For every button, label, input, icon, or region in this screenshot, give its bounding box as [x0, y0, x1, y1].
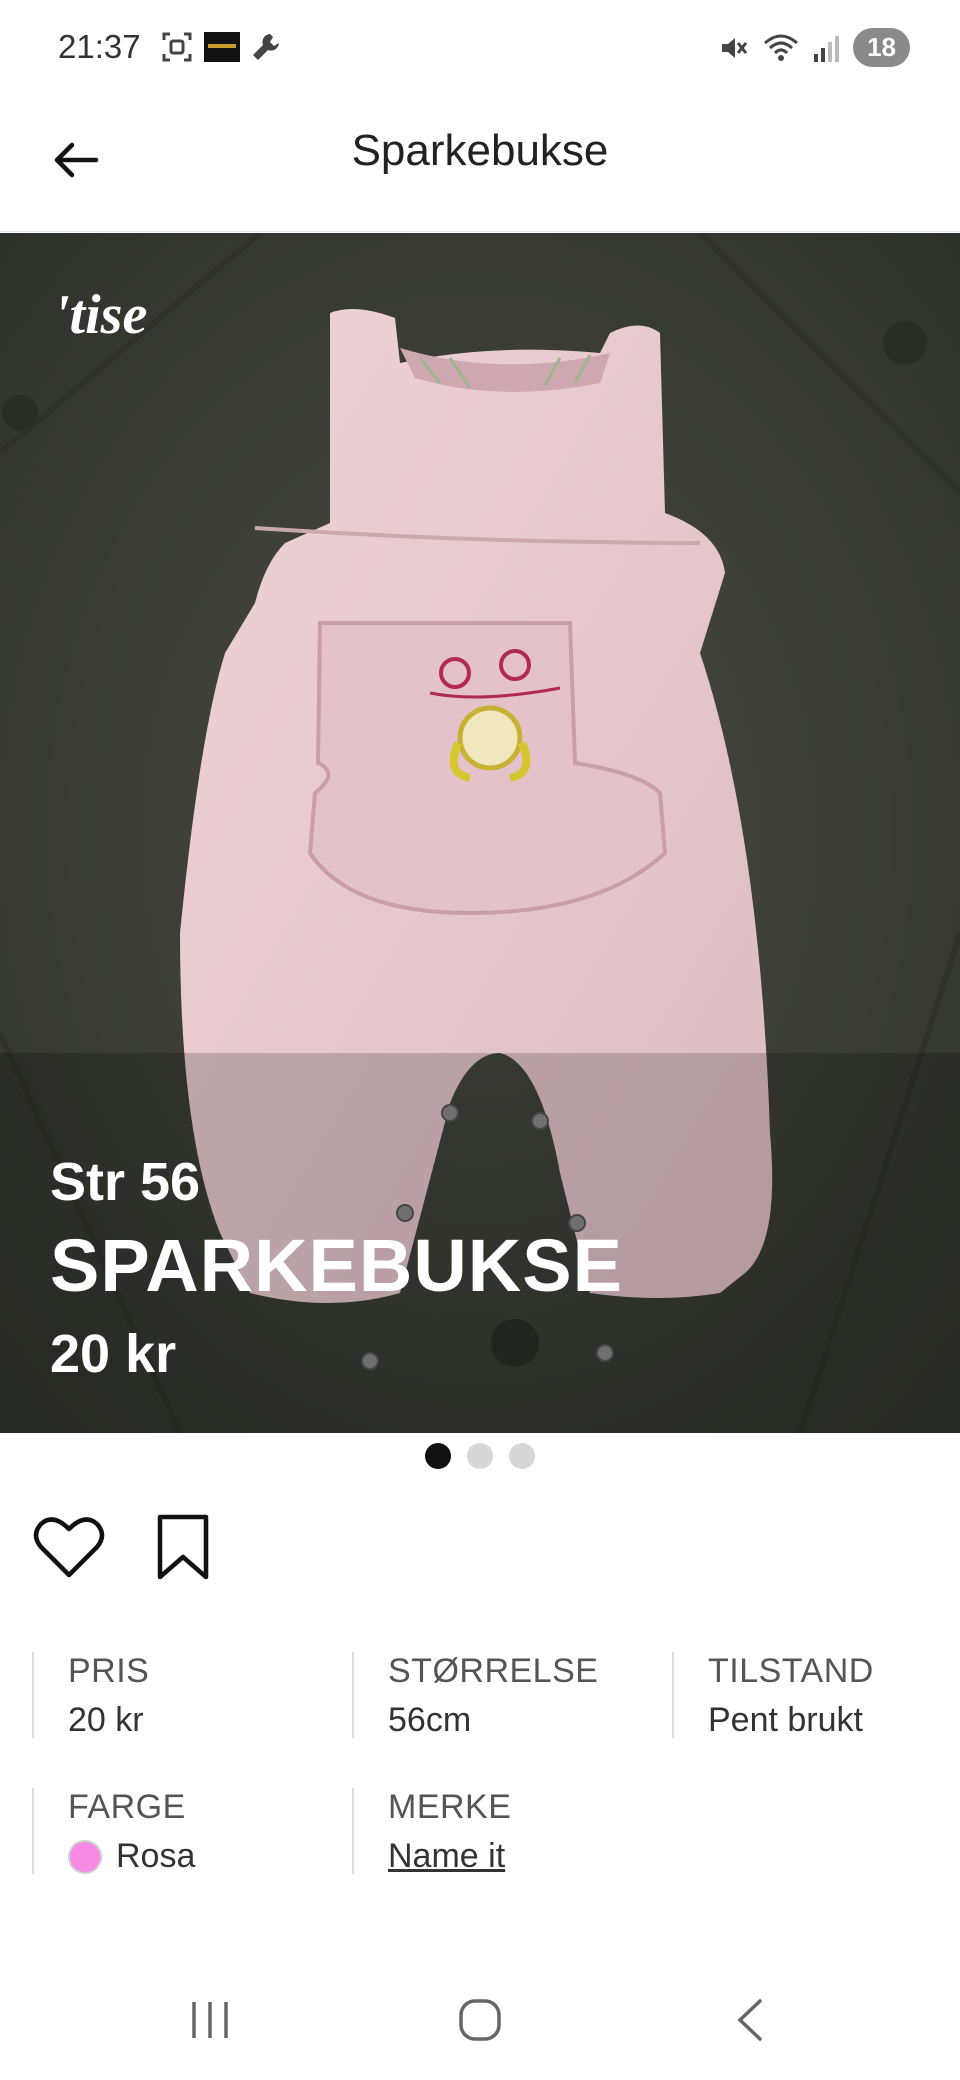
- detail-brand: MERKE Name it: [352, 1788, 512, 1876]
- carousel-dots: [0, 1443, 960, 1469]
- detail-price-value: 20 kr: [68, 1701, 144, 1739]
- detail-price: PRIS 20 kr: [32, 1652, 150, 1739]
- app-header: Sparkebukse: [0, 100, 960, 232]
- recents-button[interactable]: [170, 1990, 250, 2050]
- bookmark-icon: [157, 1514, 209, 1580]
- detail-condition: TILSTAND Pent brukt: [672, 1652, 874, 1739]
- home-button[interactable]: [440, 1990, 520, 2050]
- overlay-price: 20 kr: [50, 1324, 177, 1384]
- screenshot-icon: [162, 32, 192, 62]
- status-icons-right: 18: [719, 28, 910, 67]
- tise-logo: 'tise: [54, 284, 148, 346]
- home-icon: [459, 1999, 501, 2041]
- detail-condition-value: Pent brukt: [708, 1701, 863, 1739]
- detail-price-label: PRIS: [68, 1652, 150, 1690]
- heart-icon: [33, 1517, 105, 1578]
- mute-icon: [722, 37, 748, 58]
- detail-size-value: 56cm: [388, 1701, 472, 1739]
- product-image-carousel[interactable]: 'tise Str 56 SPARKEBUKSE 20 kr: [0, 233, 960, 1433]
- brand-link[interactable]: Name it: [388, 1837, 505, 1876]
- back-chevron-icon: [737, 1999, 762, 2041]
- recents-icon: [192, 2002, 228, 2038]
- detail-brand-value: Name it: [388, 1837, 511, 1876]
- detail-size-label: STØRRELSE: [388, 1652, 599, 1690]
- overlay-title: SPARKEBUKSE: [50, 1224, 623, 1307]
- signal-icon: [814, 35, 840, 62]
- overlay-size: Str 56: [50, 1152, 201, 1212]
- detail-color-value: Rosa: [68, 1837, 195, 1876]
- status-icons-left: [160, 30, 282, 64]
- detail-size: STØRRELSE 56cm: [352, 1652, 599, 1739]
- wrench-icon: [253, 34, 279, 60]
- status-bar: 21:37 18: [0, 0, 960, 100]
- system-back-button[interactable]: [710, 1990, 790, 2050]
- status-time: 21:37: [58, 28, 141, 65]
- like-button[interactable]: [32, 1510, 106, 1584]
- app-thumbnail-icon: [204, 32, 240, 62]
- color-name: Rosa: [116, 1837, 196, 1875]
- carousel-dot-active[interactable]: [425, 1443, 451, 1469]
- save-button[interactable]: [146, 1510, 220, 1584]
- battery-level: 18: [853, 28, 910, 67]
- carousel-dot[interactable]: [509, 1443, 535, 1469]
- system-nav-bar: [0, 1960, 960, 2080]
- action-row: [32, 1510, 220, 1584]
- wifi-icon: [764, 34, 799, 61]
- detail-color: FARGE Rosa: [32, 1788, 195, 1876]
- color-swatch: [68, 1839, 102, 1874]
- detail-brand-label: MERKE: [388, 1788, 512, 1826]
- carousel-dot[interactable]: [467, 1443, 493, 1469]
- detail-color-label: FARGE: [68, 1788, 186, 1826]
- page-title: Sparkebukse: [351, 126, 609, 175]
- detail-condition-label: TILSTAND: [708, 1652, 874, 1690]
